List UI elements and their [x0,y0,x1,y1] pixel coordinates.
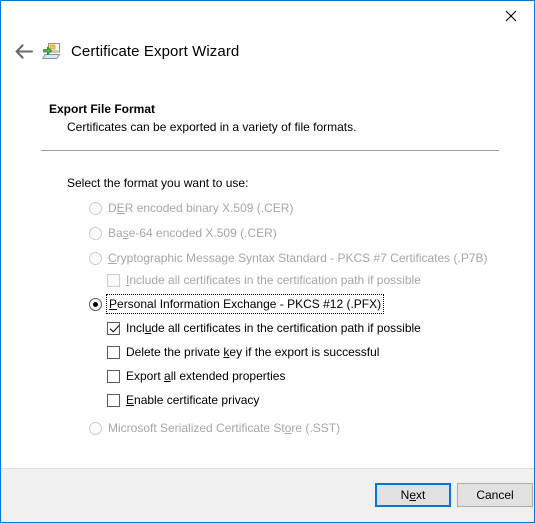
checkbox-p7b-include-chain [107,273,120,287]
close-icon [505,10,517,21]
back-button[interactable] [11,38,37,64]
radio-der [89,201,102,215]
next-button-label: Next [400,488,426,502]
option-export-extended-properties[interactable]: Export all extended properties [107,368,285,384]
certificate-export-icon [42,43,61,59]
wizard-content: Export File Format Certificates can be e… [1,72,534,469]
option-der: DER encoded binary X.509 (.CER) [89,200,293,216]
title-bar [1,1,534,30]
option-label-enable-certificate-privacy: Enable certificate privacy [126,393,260,407]
checkbox-enable-certificate-privacy[interactable] [107,393,120,407]
cancel-button-label: Cancel [476,488,514,502]
option-label-p7b-include-chain: Include all certificates in the certific… [126,273,421,287]
option-label-pfx-include-chain: Include all certificates in the certific… [126,321,421,335]
option-base64: Base-64 encoded X.509 (.CER) [89,225,277,241]
option-enable-certificate-privacy[interactable]: Enable certificate privacy [107,392,259,408]
page-subtitle: Certificates can be exported in a variet… [67,120,357,134]
option-label-sst: Microsoft Serialized Certificate Store (… [108,421,341,435]
option-pkcs7: Cryptographic Message Syntax Standard - … [89,250,488,266]
option-sst: Microsoft Serialized Certificate Store (… [89,420,340,436]
header-divider [41,150,499,151]
checkbox-pfx-include-chain[interactable] [107,321,120,335]
option-p7b-include-chain: Include all certificates in the certific… [107,272,421,288]
radio-sst [89,421,102,435]
option-label-der: DER encoded binary X.509 (.CER) [108,201,294,215]
option-label-pkcs7: Cryptographic Message Syntax Standard - … [108,251,488,265]
cancel-button[interactable]: Cancel [457,483,533,507]
wizard-title: Certificate Export Wizard [71,42,240,60]
next-button[interactable]: Next [375,483,451,507]
radio-pkcs7 [89,251,102,265]
option-label-base64: Base-64 encoded X.509 (.CER) [108,226,277,240]
radio-base64 [89,226,102,240]
format-prompt: Select the format you want to use: [67,176,249,190]
option-label-pfx: Personal Information Exchange - PKCS #12… [105,294,385,314]
wizard-header: Certificate Export Wizard [1,30,534,72]
page-title: Export File Format [49,102,156,116]
radio-pfx[interactable] [89,297,102,311]
option-label-delete-private-key: Delete the private key if the export is … [126,345,380,359]
option-label-export-extended-properties: Export all extended properties [126,369,286,383]
checkbox-delete-private-key[interactable] [107,345,120,359]
close-button[interactable] [488,1,534,30]
option-pfx[interactable]: Personal Information Exchange - PKCS #12… [89,294,385,314]
option-delete-private-key[interactable]: Delete the private key if the export is … [107,344,379,360]
checkbox-export-extended-properties[interactable] [107,369,120,383]
option-pfx-include-chain[interactable]: Include all certificates in the certific… [107,320,421,336]
dialog-footer: Next Cancel [1,468,534,522]
certificate-export-wizard-window: Certificate Export Wizard Export File Fo… [0,0,535,523]
back-arrow-icon [15,43,33,59]
